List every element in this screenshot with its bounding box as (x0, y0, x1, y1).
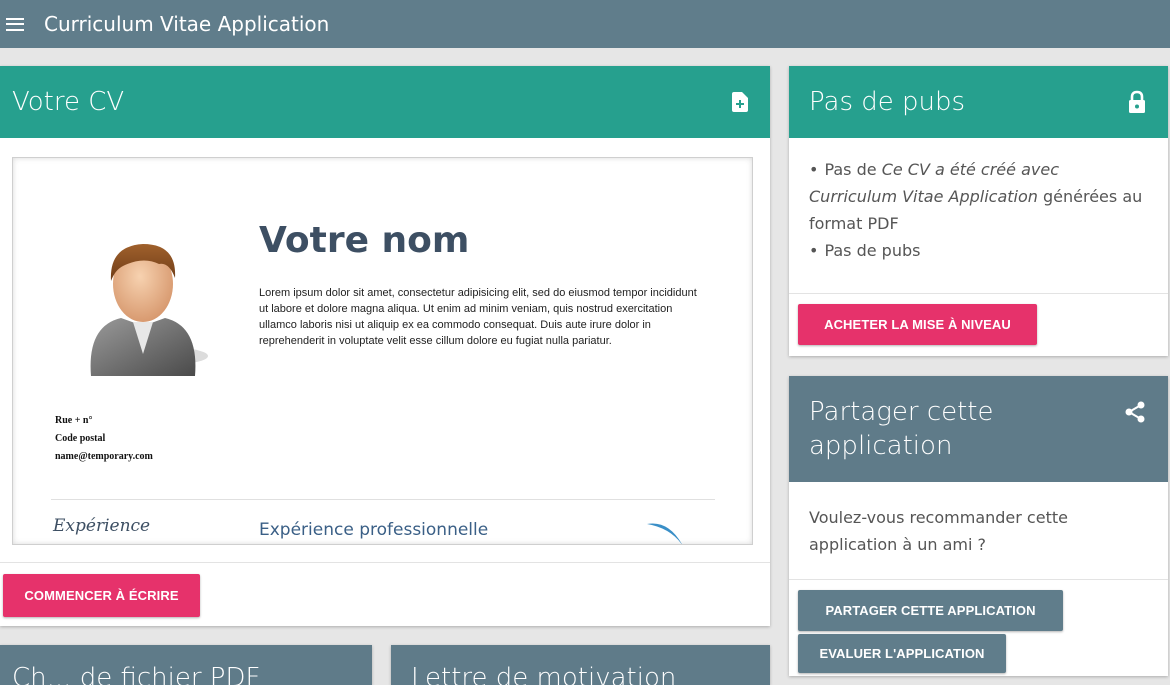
hamburger-menu-icon[interactable] (6, 17, 24, 31)
no-ads-bullet-2: • Pas de pubs (809, 241, 921, 260)
cover-letter-card: Lettre de motivation (391, 645, 770, 685)
decorative-swoosh-icon (647, 523, 682, 544)
avatar-icon (90, 244, 208, 376)
lock-icon (1129, 90, 1145, 113)
cover-letter-card-header: Lettre de motivation (391, 645, 770, 685)
pdf-card-title: Ch... de fichier PDF (12, 663, 261, 685)
no-ads-divider (789, 293, 1168, 294)
no-ads-card-title: Pas de pubs (809, 87, 966, 117)
cover-letter-card-title: Lettre de motivation (411, 663, 677, 685)
cv-address-street: Rue + n° (55, 415, 93, 426)
share-icon[interactable] (1124, 400, 1146, 424)
no-ads-bullet-1: • Pas de Ce CV a été créé avec Curriculum… (809, 160, 1143, 233)
bullet-1-prefix: Pas de (824, 160, 882, 179)
pdf-card-header: Ch... de fichier PDF (0, 645, 372, 685)
add-document-icon[interactable] (732, 92, 748, 112)
buy-upgrade-button[interactable]: ACHETER LA MISE À NIVEAU (798, 304, 1037, 345)
cv-card-divider (0, 562, 770, 563)
pdf-card: Ch... de fichier PDF (0, 645, 372, 685)
cv-preview[interactable]: Votre nom Lorem ipsum dolor sit amet, co… (12, 157, 753, 545)
cv-section-left: Expérience (53, 516, 151, 536)
cv-summary: Lorem ipsum dolor sit amet, consectetur … (259, 287, 697, 347)
cv-name: Votre nom (259, 220, 470, 261)
no-ads-card-header: Pas de pubs (789, 66, 1168, 138)
start-writing-button[interactable]: COMMENCER À ÉCRIRE (3, 574, 200, 617)
share-divider (789, 579, 1168, 580)
cv-section-divider (51, 499, 715, 500)
cv-card-header: Votre CV (0, 66, 770, 138)
no-ads-features: • Pas de Ce CV a été créé avec Curriculum… (809, 156, 1149, 264)
cv-address-postal: Code postal (55, 433, 106, 444)
share-text: Voulez-vous recommander cette applicatio… (809, 508, 1068, 554)
cv-section-right: Expérience professionnelle (259, 520, 489, 540)
cv-email: name@temporary.com (55, 451, 153, 462)
share-card-title: Partager cette application (809, 397, 994, 461)
app-bar: Curriculum Vitae Application (0, 0, 1170, 48)
cv-address: Rue + n° Code postal name@temporary.com (55, 412, 153, 466)
share-card-header: Partager cette application (789, 376, 1168, 482)
bullet-2-text: Pas de pubs (824, 241, 921, 260)
share-card: Partager cette application Voulez-vous r… (789, 376, 1168, 676)
share-app-button[interactable]: PARTAGER CETTE APPLICATION (798, 590, 1063, 631)
cv-card-title: Votre CV (12, 87, 125, 117)
rate-app-button[interactable]: EVALUER L'APPLICATION (798, 634, 1006, 673)
app-title: Curriculum Vitae Application (44, 12, 330, 36)
